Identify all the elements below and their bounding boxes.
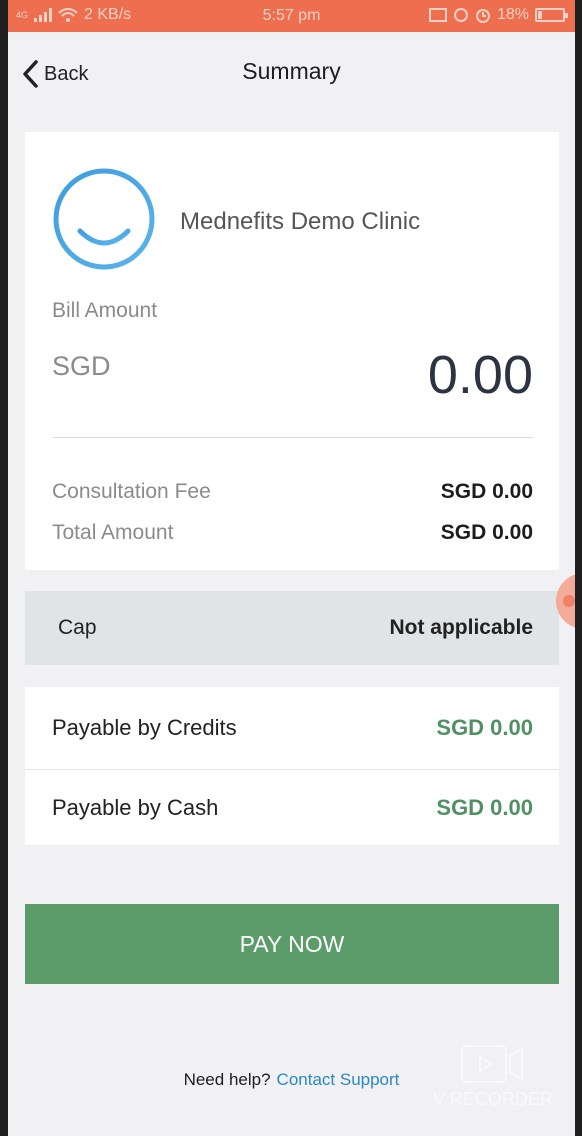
status-right: 18% — [428, 6, 568, 24]
status-bar: 4G 2 KB/s 5:57 pm 18% — [8, 0, 575, 32]
page-title: Summary — [242, 58, 341, 84]
smile-logo-icon — [53, 168, 155, 270]
total-amount-label: Total Amount — [52, 521, 174, 544]
battery-percent: 18% — [496, 6, 529, 23]
payable-cash-value: SGD 0.00 — [436, 794, 533, 820]
battery-icon — [535, 8, 568, 22]
help-text: Need help? — [183, 1070, 271, 1089]
contact-support-link[interactable]: Contact Support — [277, 1070, 400, 1089]
payable-credits-value: SGD 0.00 — [436, 715, 533, 740]
payable-credits-row: Payable by Credits SGD 0.00 — [25, 687, 559, 769]
payable-cash-row: Payable by Cash SGD 0.00 — [25, 769, 559, 845]
app-screen: 4G 2 KB/s 5:57 pm 18% Back Summary Medne… — [8, 0, 575, 1136]
bill-amount-label: Bill Amount — [52, 299, 158, 322]
summary-card: Mednefits Demo Clinic Bill Amount SGD 0.… — [25, 132, 559, 570]
recorder-watermark: V RECORDER — [428, 1044, 558, 1110]
consultation-fee-value: SGD 0.00 — [440, 480, 533, 503]
total-amount-value: SGD 0.00 — [440, 521, 533, 544]
payable-card: Payable by Credits SGD 0.00 Payable by C… — [25, 687, 559, 845]
cap-label: Cap — [58, 616, 97, 639]
divider — [52, 437, 533, 438]
total-amount-row: Total Amount SGD 0.00 — [52, 521, 533, 545]
payable-cash-label: Payable by Cash — [52, 794, 219, 820]
pay-now-button[interactable]: PAY NOW — [25, 904, 559, 984]
cap-value: Not applicable — [389, 616, 533, 639]
alarm-icon — [475, 9, 490, 23]
consultation-fee-row: Consultation Fee SGD 0.00 — [52, 480, 533, 504]
video-camera-icon — [461, 1045, 523, 1083]
clinic-name: Mednefits Demo Clinic — [180, 208, 421, 235]
payable-credits-label: Payable by Credits — [52, 715, 237, 740]
cap-row: Cap Not applicable — [25, 591, 559, 665]
cast-icon — [428, 8, 447, 22]
watermark-text: V RECORDER — [432, 1089, 553, 1109]
bill-currency: SGD — [52, 351, 111, 381]
lock-icon — [453, 8, 468, 22]
consultation-fee-label: Consultation Fee — [52, 480, 211, 503]
nav-bar: Back Summary — [8, 32, 575, 118]
bill-amount-value: 0.00 — [427, 345, 533, 405]
